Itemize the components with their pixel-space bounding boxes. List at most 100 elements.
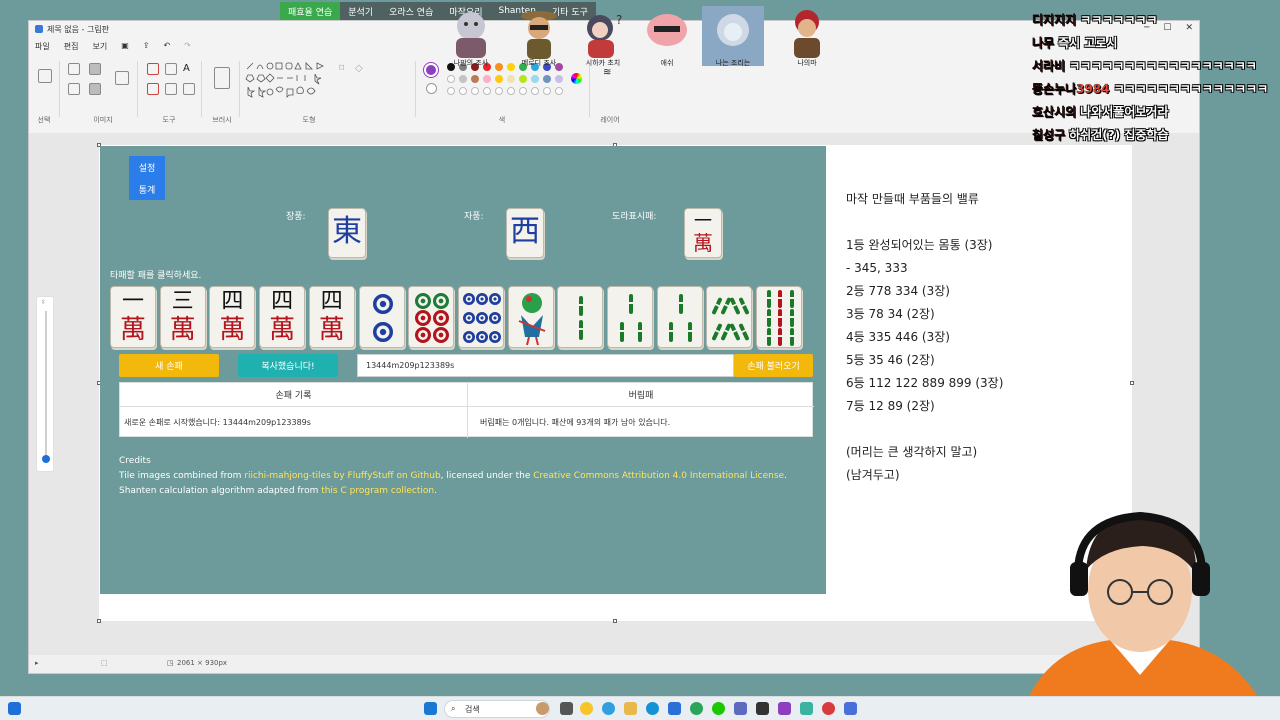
hand-tile-man-一[interactable]: 一萬 bbox=[110, 286, 156, 348]
select-icon[interactable] bbox=[38, 69, 52, 83]
save-icon[interactable]: ▣ bbox=[121, 41, 129, 52]
eraser-icon[interactable] bbox=[147, 83, 159, 95]
app-icon[interactable] bbox=[822, 702, 835, 715]
hand-tile-sou-9[interactable] bbox=[756, 286, 803, 348]
zoom-slider[interactable]: ⇳ bbox=[36, 296, 54, 472]
color-swatch[interactable] bbox=[495, 75, 503, 83]
color-swatch[interactable] bbox=[459, 75, 467, 83]
obs-icon[interactable] bbox=[756, 702, 769, 715]
hand-tile-man-四[interactable]: 四萬 bbox=[308, 286, 355, 348]
discord-icon[interactable] bbox=[734, 702, 747, 715]
hand-tile-sou-8[interactable] bbox=[706, 286, 753, 348]
license-link[interactable]: Creative Commons Attribution 4.0 Interna… bbox=[533, 471, 784, 481]
tiles-source-link[interactable]: riichi-mahjong-tiles by FluffyStuff on G… bbox=[244, 471, 440, 481]
share-icon[interactable]: ⇪ bbox=[143, 41, 150, 52]
pencil-icon[interactable] bbox=[147, 63, 159, 75]
browser-icon[interactable] bbox=[690, 702, 703, 715]
fill-shape-icon[interactable]: ◇ bbox=[355, 63, 367, 75]
fill-icon[interactable] bbox=[165, 63, 177, 75]
zoom-slider-thumb[interactable] bbox=[42, 455, 50, 463]
color-swatch[interactable] bbox=[459, 87, 467, 95]
copy-button[interactable]: 복사했습니다! bbox=[238, 354, 338, 377]
settings-button[interactable]: 설정 bbox=[129, 156, 165, 178]
layers-icon[interactable]: ≋ bbox=[603, 67, 615, 79]
secondary-color-swatch[interactable] bbox=[426, 83, 437, 94]
hand-tile-pin-6[interactable] bbox=[408, 286, 455, 348]
menu-view[interactable]: 보기 bbox=[92, 41, 107, 52]
color-swatch[interactable] bbox=[483, 75, 491, 83]
canvas-handle-b[interactable] bbox=[613, 619, 617, 623]
hand-tile-man-四[interactable]: 四萬 bbox=[209, 286, 256, 348]
explorer-icon[interactable] bbox=[624, 702, 637, 715]
widgets-icon[interactable] bbox=[8, 702, 21, 715]
flip-icon[interactable] bbox=[89, 83, 101, 95]
outline-icon[interactable]: ⌑ bbox=[339, 63, 351, 75]
hand-tile-pin-9[interactable] bbox=[457, 286, 504, 348]
hand-code-input[interactable]: 13444m209p123389s bbox=[357, 354, 734, 377]
hand-tile-sou-1[interactable] bbox=[507, 286, 554, 348]
chrome-icon[interactable] bbox=[602, 702, 615, 715]
menu-edit[interactable]: 편집 bbox=[64, 41, 79, 52]
algorithm-link[interactable]: this C program collection bbox=[321, 486, 434, 496]
new-hand-button[interactable]: 새 손패 bbox=[119, 354, 219, 377]
color-swatch[interactable] bbox=[555, 75, 563, 83]
redo-icon[interactable]: ↷ bbox=[184, 41, 191, 52]
taskview-icon[interactable] bbox=[560, 702, 573, 715]
color-swatch[interactable] bbox=[543, 87, 551, 95]
undo-icon[interactable]: ↶ bbox=[163, 41, 170, 52]
rotate-icon[interactable] bbox=[68, 83, 80, 95]
menu-file[interactable]: 파일 bbox=[35, 41, 50, 52]
hand-tile-man-三[interactable]: 三萬 bbox=[159, 286, 206, 348]
color-swatch[interactable] bbox=[483, 87, 491, 95]
hand-tile-sou-3[interactable] bbox=[656, 286, 703, 348]
app-icon[interactable] bbox=[800, 702, 813, 715]
color-swatch[interactable] bbox=[507, 87, 515, 95]
line-icon[interactable] bbox=[712, 702, 725, 715]
edit-colors-icon[interactable] bbox=[571, 73, 582, 84]
color-swatch[interactable] bbox=[555, 87, 563, 95]
stats-button[interactable]: 통계 bbox=[129, 178, 165, 200]
copilot-icon[interactable] bbox=[536, 702, 549, 715]
stream-tab[interactable]: 패효율 연습 bbox=[280, 2, 341, 20]
hand-tile-sou-3[interactable] bbox=[607, 286, 653, 348]
stream-tab[interactable]: 오라스 연습 bbox=[381, 2, 442, 20]
brush-icon[interactable] bbox=[214, 67, 230, 89]
color-swatch[interactable] bbox=[519, 87, 527, 95]
hand-tile-sou-2[interactable] bbox=[557, 286, 604, 348]
color-swatch[interactable] bbox=[471, 87, 479, 95]
zoom-slider-track[interactable] bbox=[45, 311, 47, 459]
magnifier-icon[interactable] bbox=[183, 83, 195, 95]
crop-icon[interactable] bbox=[68, 63, 80, 75]
pin-dot bbox=[475, 312, 488, 324]
shapes-gallery[interactable] bbox=[245, 61, 333, 101]
load-hand-button[interactable]: 손패 불러오기 bbox=[734, 354, 813, 377]
color-swatch[interactable] bbox=[543, 75, 551, 83]
color-swatch[interactable] bbox=[447, 87, 455, 95]
color-swatch[interactable] bbox=[507, 75, 515, 83]
color-swatch[interactable] bbox=[495, 87, 503, 95]
kakaotalk-icon[interactable] bbox=[580, 702, 593, 715]
canvas-handle-r[interactable] bbox=[1130, 381, 1134, 385]
store-icon[interactable] bbox=[668, 702, 681, 715]
image-select-icon[interactable] bbox=[115, 71, 129, 85]
tile-suit: 萬 bbox=[318, 315, 345, 345]
edge-icon[interactable] bbox=[646, 702, 659, 715]
resize-icon[interactable] bbox=[89, 63, 101, 75]
text-icon[interactable]: A bbox=[183, 63, 195, 75]
app-icon[interactable] bbox=[844, 702, 857, 715]
color-swatch[interactable] bbox=[519, 75, 527, 83]
canvas-handle-bl[interactable] bbox=[97, 619, 101, 623]
color-swatch[interactable] bbox=[531, 87, 539, 95]
color-swatch[interactable] bbox=[447, 75, 455, 83]
hand-tile-man-四[interactable]: 四萬 bbox=[259, 286, 306, 348]
color-picker-icon[interactable] bbox=[165, 83, 177, 95]
color-swatch[interactable] bbox=[471, 75, 479, 83]
color-swatch[interactable] bbox=[531, 75, 539, 83]
stream-tab[interactable]: 분석기 bbox=[340, 2, 382, 20]
paint-taskbar-icon[interactable] bbox=[778, 702, 791, 715]
primary-color-swatch[interactable] bbox=[424, 63, 438, 77]
ribbon-select[interactable]: 선택 bbox=[33, 55, 55, 125]
start-icon[interactable] bbox=[424, 702, 437, 715]
hand-tile-pin-2[interactable] bbox=[358, 286, 405, 348]
taskbar-search[interactable]: ⌕ 검색 bbox=[444, 700, 550, 718]
